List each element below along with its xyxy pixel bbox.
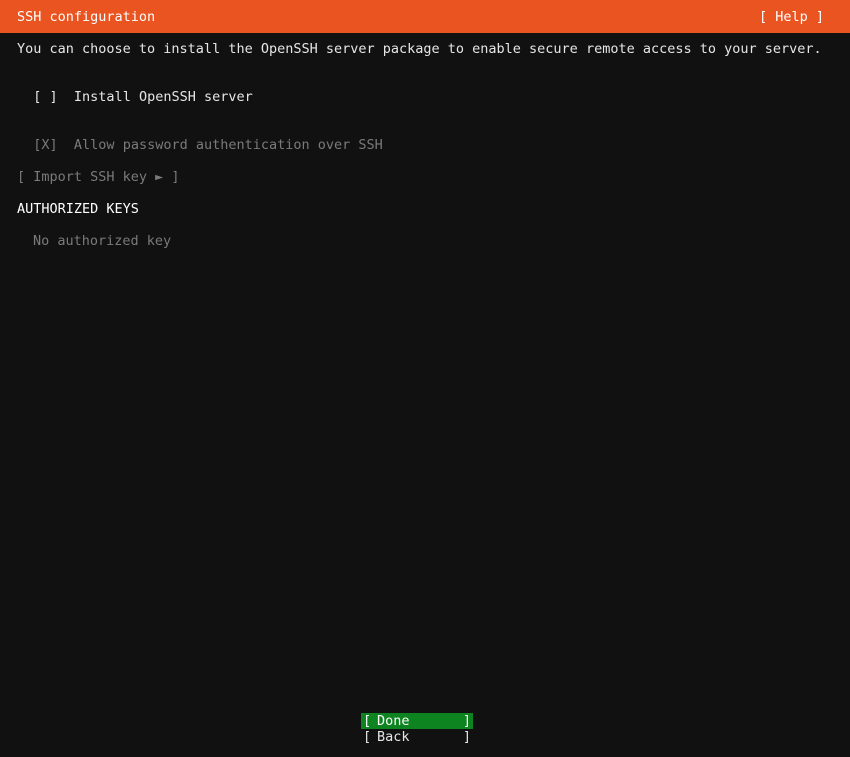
import-ssh-key-button[interactable]: [ Import SSH key ► ] — [17, 169, 180, 185]
back-button-close-bracket: ] — [462, 729, 471, 745]
done-button-label: Done — [377, 713, 410, 729]
done-button[interactable]: [ Done ] — [361, 713, 473, 729]
install-openssh-checkbox[interactable]: [ ] Install OpenSSH server — [17, 73, 253, 105]
header-bar: SSH configuration [ Help ] — [0, 0, 850, 33]
back-button-label: Back — [377, 729, 410, 745]
help-button[interactable]: [ Help ] — [759, 9, 824, 25]
done-button-close-bracket: ] — [462, 713, 471, 729]
done-button-open-bracket: [ — [363, 713, 372, 729]
back-button[interactable]: [ Back ] — [361, 729, 473, 745]
authorized-keys-title: AUTHORIZED KEYS — [17, 201, 139, 217]
no-authorized-key-text: No authorized key — [33, 233, 172, 249]
page-title: SSH configuration — [17, 9, 156, 25]
install-openssh-checkbox-box: [ ] — [33, 89, 58, 105]
description-text: You can choose to install the OpenSSH se… — [17, 41, 822, 57]
allow-password-auth-checkbox-box: [X] — [33, 137, 58, 153]
allow-password-auth-checkbox[interactable]: [X] Allow password authentication over S… — [17, 121, 383, 153]
back-button-open-bracket: [ — [363, 729, 372, 745]
install-openssh-label: Install OpenSSH server — [73, 89, 253, 105]
allow-password-auth-label: Allow password authentication over SSH — [73, 137, 383, 153]
